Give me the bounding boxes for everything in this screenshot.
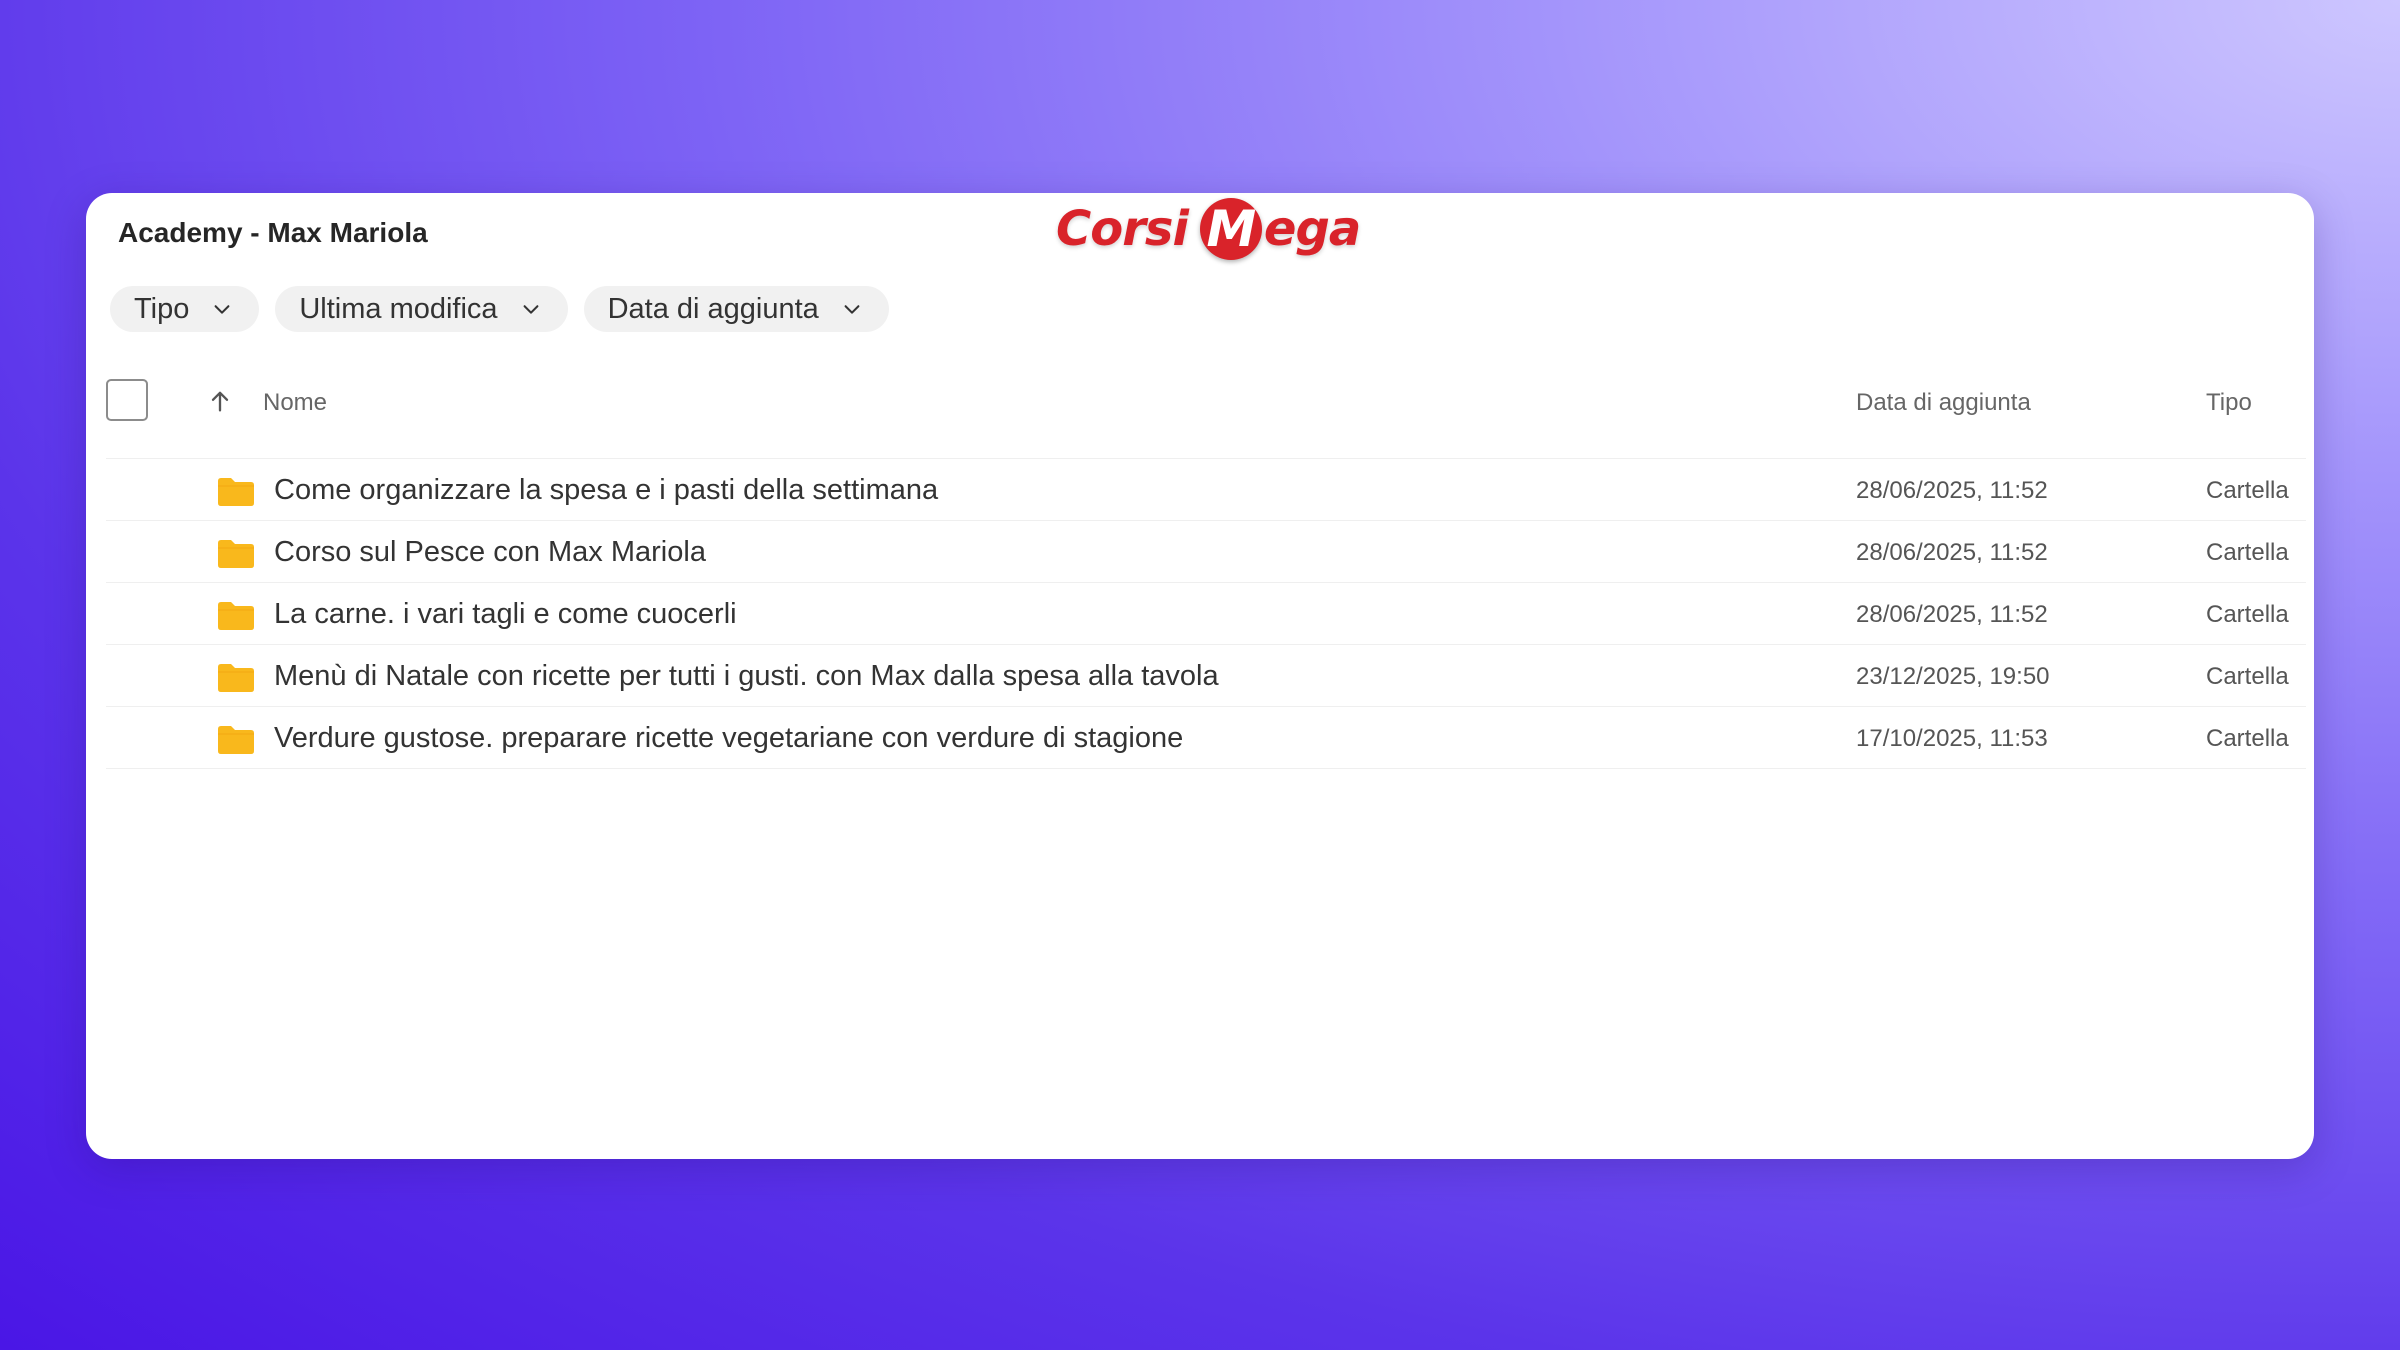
filter-label: Tipo [134,292,190,325]
logo-text-corsi: Corsi [1056,201,1189,257]
folder-date: 28/06/2025, 11:52 [1856,539,2048,566]
column-header-name[interactable]: Nome [263,389,327,417]
page-title: Academy - Max Mariola [118,217,428,248]
file-list: Come organizzare la spesa e i pasti dell… [106,459,2306,769]
folder-type: Cartella [2206,601,2289,628]
folder-date: 28/06/2025, 11:52 [1856,477,2048,504]
folder-icon [218,602,254,630]
select-all-checkbox[interactable] [106,379,148,421]
filter-date-added-button[interactable]: Data di aggiunta [583,286,889,332]
folder-name[interactable]: Verdure gustose. preparare ricette veget… [274,722,1183,755]
column-header-date-added[interactable]: Data di aggiunta [1856,389,2031,417]
chevron-down-icon [523,305,538,314]
folder-date: 23/12/2025, 19:50 [1856,663,2050,690]
folder-type: Cartella [2206,477,2289,504]
folder-date: 17/10/2025, 11:53 [1856,725,2048,752]
column-header-type[interactable]: Tipo [2206,389,2252,417]
filter-type-button[interactable]: Tipo [110,286,260,332]
table-row[interactable]: La carne. i vari tagli e come cuocerli 2… [106,583,2306,645]
filter-bar: Tipo Ultima modifica Data di aggiunta [110,286,889,332]
folder-name[interactable]: Corso sul Pesce con Max Mariola [274,536,706,569]
chevron-down-icon [214,305,230,314]
table-header: Nome Data di aggiunta Tipo [106,379,2306,459]
folder-icon [218,726,254,754]
filter-label: Ultima modifica [299,292,498,325]
folder-icon [218,478,254,506]
corsimega-logo: Corsi M ega [1056,193,1361,265]
table-row[interactable]: Verdure gustose. preparare ricette veget… [106,707,2306,769]
folder-icon [218,664,254,692]
folder-name[interactable]: Menù di Natale con ricette per tutti i g… [274,660,1219,693]
folder-type: Cartella [2206,725,2289,752]
table-row[interactable]: Corso sul Pesce con Max Mariola 28/06/20… [106,521,2306,583]
folder-icon [218,540,254,568]
filter-last-modified-button[interactable]: Ultima modifica [275,286,568,332]
logo-m-badge: M [1199,198,1262,260]
folder-type: Cartella [2206,663,2289,690]
table-row[interactable]: Come organizzare la spesa e i pasti dell… [106,459,2306,521]
arrow-up-icon[interactable] [206,387,234,415]
filter-label: Data di aggiunta [607,292,819,325]
folder-date: 28/06/2025, 11:52 [1856,601,2048,628]
folder-type: Cartella [2206,539,2289,566]
logo-text-ega: ega [1263,201,1361,257]
folder-name[interactable]: Come organizzare la spesa e i pasti dell… [274,474,938,507]
chevron-down-icon [844,305,860,314]
folder-name[interactable]: La carne. i vari tagli e come cuocerli [274,598,737,631]
file-browser-window: Academy - Max Mariola Corsi M ega Tipo U… [86,193,2314,1159]
table-row[interactable]: Menù di Natale con ricette per tutti i g… [106,645,2306,707]
